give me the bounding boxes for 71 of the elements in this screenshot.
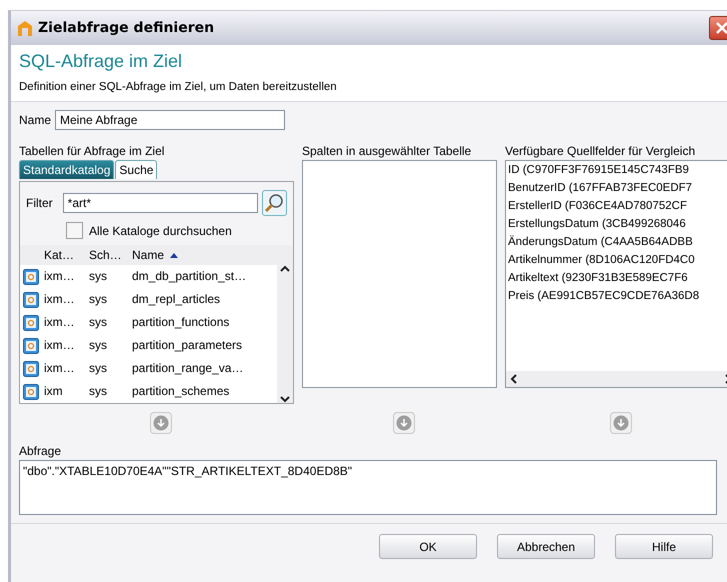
source-fields-list[interactable] bbox=[505, 160, 727, 388]
table-cell: sys bbox=[87, 265, 130, 288]
list-item[interactable]: ErstellungsDatum (3CB499268046 bbox=[506, 215, 727, 233]
list-item[interactable]: ÄnderungsDatum (C4AA5B64ADBB bbox=[506, 233, 727, 251]
table-cell: ixm… bbox=[42, 265, 87, 288]
list-item[interactable]: Artikelnummer (8D106AC120FD4C0 bbox=[506, 251, 727, 269]
table-cell: ixm… bbox=[42, 334, 87, 357]
table-icon bbox=[23, 338, 39, 354]
table-cell: sys bbox=[87, 334, 130, 357]
search-button[interactable] bbox=[262, 190, 287, 216]
window-title: Zielabfrage definieren bbox=[38, 20, 214, 36]
table-cell: partition_functions bbox=[130, 311, 277, 334]
search-all-checkbox[interactable] bbox=[66, 222, 83, 239]
arrow-down-icon bbox=[613, 415, 629, 431]
table-cell: dm_db_partition_st… bbox=[130, 265, 277, 288]
dialog-button[interactable]: Abbrechen bbox=[497, 534, 595, 559]
query-field[interactable]: "dbo"."XTABLE10D70E4A""STR_ARTIKELTEXT_8D40ED8B" bbox=[19, 460, 717, 515]
table-cell: sys bbox=[87, 311, 130, 334]
sort-up-icon bbox=[170, 252, 178, 258]
arrow-down-icon bbox=[152, 415, 168, 431]
table-icon bbox=[23, 314, 39, 330]
add-button[interactable] bbox=[392, 412, 414, 434]
source-fields-label: Verfügbare Quellfelder für Vergleich bbox=[505, 144, 696, 158]
table-icon bbox=[23, 268, 39, 284]
name-label: Name bbox=[19, 113, 52, 127]
add-button[interactable] bbox=[150, 412, 172, 434]
query-label: Abfrage bbox=[19, 444, 62, 458]
page-description: Definition einer SQL-Abfrage im Ziel, um Daten bereitzustellen bbox=[19, 81, 338, 93]
table-cell: sys bbox=[87, 288, 130, 311]
vertical-scrollbar[interactable] bbox=[277, 265, 293, 403]
dialog-button[interactable]: Hilfe bbox=[615, 534, 713, 559]
tables-label: Tabellen für Abfrage im Ziel bbox=[19, 144, 166, 158]
list-item[interactable]: ID (C970FF3F76915E145C743FB9 bbox=[506, 161, 727, 179]
table-cell: partition_parameters bbox=[130, 334, 277, 357]
table-cell: ixm… bbox=[42, 288, 87, 311]
chevron-up-icon bbox=[280, 265, 290, 273]
table-cell: ixm bbox=[42, 380, 87, 403]
table-cell: partition_schemes bbox=[130, 380, 277, 403]
table-cell: sys bbox=[87, 380, 130, 403]
table-icon bbox=[23, 292, 39, 308]
filter-field[interactable]: *art* bbox=[62, 193, 258, 213]
table-cell: ixm… bbox=[42, 311, 87, 334]
arrow-down-icon bbox=[396, 415, 412, 431]
list-item[interactable]: Preis (AE991CB57EC9CDE76A36D8 bbox=[506, 287, 727, 305]
table-cell: dm_repl_articles bbox=[130, 288, 277, 311]
table-cell: ixm… bbox=[42, 357, 87, 380]
columns-label: Spalten in ausgewählter Tabelle bbox=[302, 144, 472, 158]
table-cell: sys bbox=[87, 357, 130, 380]
chevron-down-icon bbox=[280, 395, 290, 403]
page-heading: SQL-Abfrage im Ziel bbox=[19, 51, 184, 72]
column-header[interactable]: Name bbox=[130, 245, 277, 265]
search-icon bbox=[264, 193, 284, 213]
list-item[interactable]: ErstellerID (F036CE4AD780752CF bbox=[506, 197, 727, 215]
table-icon bbox=[23, 360, 39, 376]
catalog-tab[interactable]: Suche bbox=[115, 160, 158, 179]
list-item[interactable]: Artikeltext (9230F31B3E589EC7F6 bbox=[506, 269, 727, 287]
table-cell: partition_range_va… bbox=[130, 357, 277, 380]
add-button[interactable] bbox=[610, 412, 632, 434]
list-item[interactable]: BenutzerID (167FFAB73FEC0EDF7 bbox=[506, 179, 727, 197]
chevron-left-icon bbox=[510, 374, 518, 384]
name-field[interactable]: Meine Abfrage bbox=[55, 110, 286, 130]
column-header[interactable]: Sch… bbox=[87, 245, 130, 265]
search-all-label: Alle Kataloge durchsuchen bbox=[89, 224, 232, 238]
table-icon bbox=[23, 384, 39, 400]
horizontal-scrollbar[interactable] bbox=[506, 371, 727, 387]
filter-label: Filter bbox=[26, 196, 53, 210]
close-icon bbox=[715, 21, 727, 35]
dialog-button[interactable]: OK bbox=[379, 534, 477, 559]
catalog-tab[interactable]: Standardkatalog bbox=[19, 160, 114, 179]
app-logo-icon bbox=[17, 20, 33, 36]
column-header[interactable]: Kat… bbox=[42, 245, 87, 265]
